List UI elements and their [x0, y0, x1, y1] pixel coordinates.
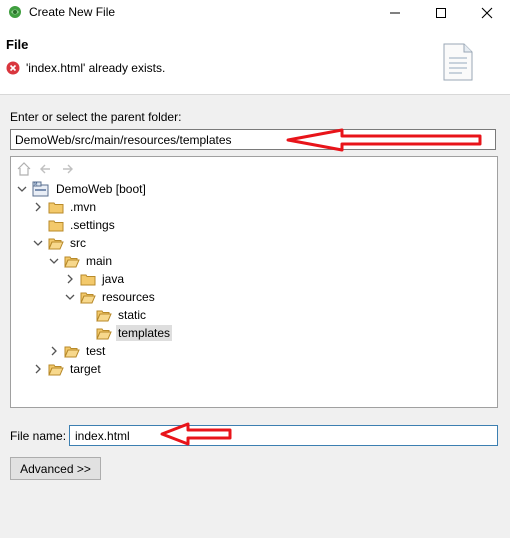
- tree-item-label: java: [102, 272, 125, 286]
- chevron-right-icon[interactable]: [48, 345, 60, 357]
- tree-item-label: main: [86, 254, 113, 268]
- tree-item-java[interactable]: java: [12, 270, 492, 288]
- tree-item-label: src: [70, 236, 86, 250]
- tree-item-static[interactable]: static: [12, 306, 492, 324]
- forward-icon[interactable]: [60, 161, 76, 177]
- svg-text:M: M: [34, 182, 38, 187]
- tree-item-label: static: [118, 308, 147, 322]
- open-folder-icon: [48, 364, 64, 375]
- chevron-right-icon[interactable]: [32, 201, 44, 213]
- tree-item-label: DemoWeb [boot]: [56, 182, 146, 196]
- open-folder-icon: [48, 238, 64, 249]
- error-message: 'index.html' already exists.: [26, 61, 166, 75]
- tree-items: M DemoWeb [boot] .mvn .settings src main…: [12, 180, 492, 378]
- tree-item-label: resources: [102, 290, 155, 304]
- maven-project-icon: M: [32, 181, 49, 197]
- tree-item-src[interactable]: src: [12, 234, 492, 252]
- window-title: Create New File: [29, 5, 116, 19]
- folder-icon: [48, 220, 64, 231]
- home-icon[interactable]: [16, 161, 32, 177]
- open-folder-icon: [80, 292, 96, 303]
- tree-item-label: target: [70, 362, 101, 376]
- folder-icon: [48, 202, 64, 213]
- close-icon: [481, 7, 493, 19]
- chevron-down-icon[interactable]: [64, 291, 76, 303]
- chevron-right-icon[interactable]: [64, 273, 76, 285]
- back-icon[interactable]: [37, 161, 53, 177]
- eclipse-app-icon: [9, 6, 21, 18]
- annotation-arrow-icon: [286, 128, 482, 152]
- tree-item-label: test: [86, 344, 106, 358]
- chevron-down-icon[interactable]: [48, 255, 60, 267]
- file-name-label: File name:: [10, 429, 67, 443]
- open-folder-icon: [64, 346, 80, 357]
- open-folder-icon: [96, 328, 112, 339]
- error-icon: [6, 61, 20, 75]
- open-folder-icon: [64, 256, 80, 267]
- close-button[interactable]: [464, 0, 510, 26]
- chevron-down-icon[interactable]: [16, 183, 28, 195]
- page-title: File: [6, 37, 29, 52]
- tree-item-settings[interactable]: .settings: [12, 216, 492, 234]
- tree-item-templates[interactable]: templates: [12, 324, 492, 342]
- tree-item-mvn[interactable]: .mvn: [12, 198, 492, 216]
- tree-item-test[interactable]: test: [12, 342, 492, 360]
- minimize-icon: [390, 12, 400, 14]
- tree-item-resources[interactable]: resources: [12, 288, 492, 306]
- tree-item-target[interactable]: target: [12, 360, 492, 378]
- tree-item-label: .mvn: [70, 200, 97, 214]
- advanced-button[interactable]: Advanced >>: [10, 457, 101, 480]
- tree-item-demoweb[interactable]: M DemoWeb [boot]: [12, 180, 492, 198]
- file-name-input[interactable]: [69, 425, 498, 446]
- chevron-down-icon[interactable]: [32, 237, 44, 249]
- new-file-wizard-icon: [443, 43, 473, 81]
- tree-item-label: .settings: [70, 218, 115, 232]
- folder-icon: [80, 274, 96, 285]
- parent-folder-label: Enter or select the parent folder:: [10, 110, 182, 124]
- tree-item-main[interactable]: main: [12, 252, 492, 270]
- chevron-right-icon[interactable]: [32, 363, 44, 375]
- minimize-button[interactable]: [372, 0, 418, 26]
- maximize-button[interactable]: [418, 0, 464, 26]
- open-folder-icon: [96, 310, 112, 321]
- annotation-arrow-icon: [160, 422, 232, 446]
- maximize-icon: [436, 8, 446, 18]
- tree-item-label-selected: templates: [116, 325, 173, 341]
